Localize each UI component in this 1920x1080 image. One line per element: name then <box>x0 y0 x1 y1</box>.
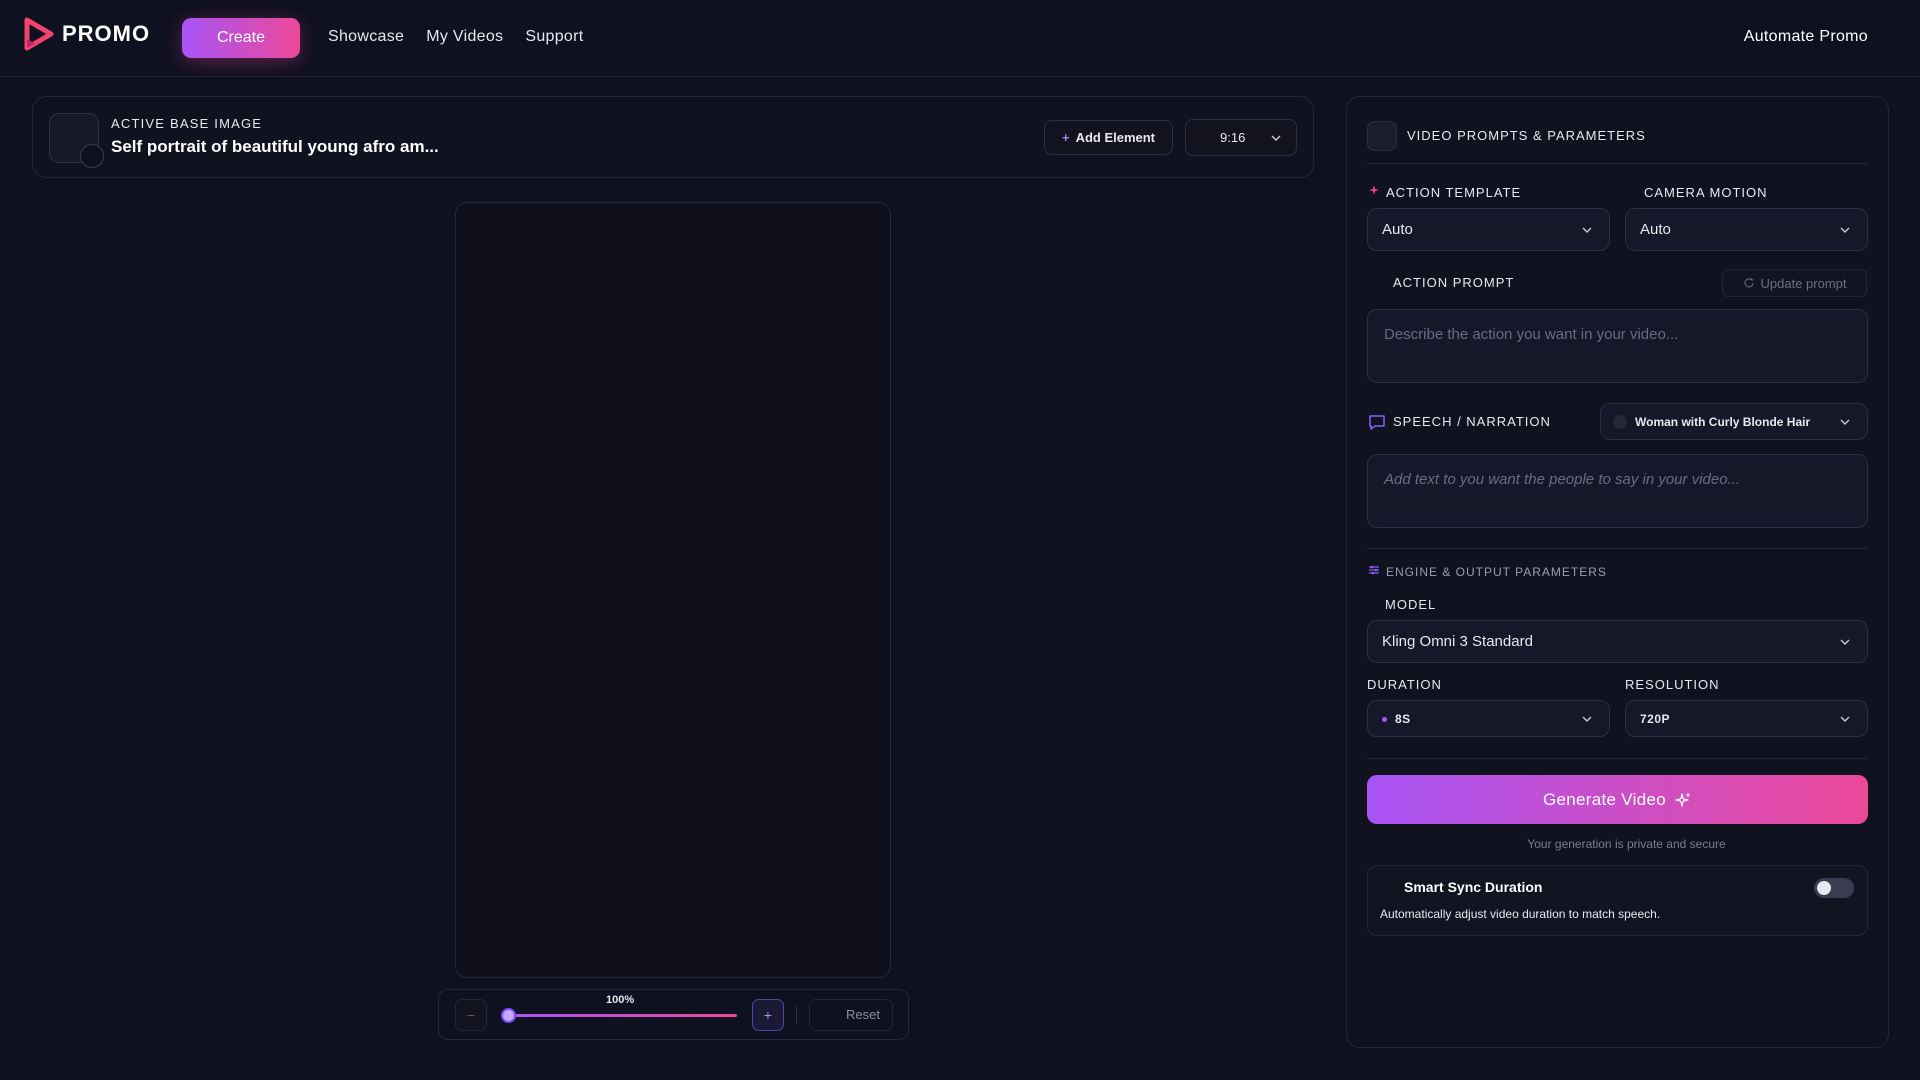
main-nav: Showcase My Videos Support <box>328 28 583 46</box>
zoom-reset-button[interactable]: Reset <box>809 999 893 1031</box>
zoom-out-button[interactable]: − <box>455 999 487 1031</box>
create-button[interactable]: Create <box>182 18 300 58</box>
speech-input[interactable]: Add text to you want the people to say i… <box>1367 454 1868 528</box>
sliders-icon <box>1369 565 1379 575</box>
duration-label: DURATION <box>1367 677 1442 692</box>
aspect-ratio-value: 9:16 <box>1220 130 1246 145</box>
aspect-ratio-select[interactable]: 9:16 <box>1185 119 1297 156</box>
speech-bubble-icon <box>1369 415 1385 430</box>
chevron-down-icon <box>1582 716 1592 722</box>
voice-value: Woman with Curly Blonde Hair <box>1635 415 1811 429</box>
zoom-in-button[interactable]: + <box>752 999 784 1031</box>
privacy-note: Your generation is private and secure <box>1527 837 1726 851</box>
duration-dot <box>1382 717 1387 723</box>
zoom-controls: − 100% + Reset <box>438 989 909 1040</box>
panel-divider <box>1367 548 1868 549</box>
sparkle-icon <box>1369 185 1379 195</box>
zoom-divider <box>796 1006 797 1025</box>
panel-header-icon <box>1367 121 1397 151</box>
action-template-value: Auto <box>1382 221 1413 238</box>
refresh-icon <box>1743 278 1754 288</box>
smart-sync-toggle[interactable] <box>1814 878 1854 898</box>
resolution-select[interactable]: 720P <box>1625 700 1868 737</box>
panel-heading: VIDEO PROMPTS & PARAMETERS <box>1407 128 1646 143</box>
duration-select[interactable]: 8S <box>1367 700 1610 737</box>
smart-sync-card: Smart Sync Duration Automatically adjust… <box>1367 865 1868 936</box>
add-element-button[interactable]: + Add Element <box>1044 120 1173 155</box>
add-element-label: Add Element <box>1075 130 1156 145</box>
duration-value: 8S <box>1395 712 1411 726</box>
toggle-knob <box>1817 881 1831 895</box>
panel-divider <box>1367 163 1868 164</box>
chevron-down-icon <box>1840 227 1850 233</box>
action-prompt-input[interactable]: Describe the action you want in your vid… <box>1367 309 1868 383</box>
chevron-down-icon <box>1271 135 1281 141</box>
chevron-down-icon <box>1582 227 1592 233</box>
top-nav-bar: PROMO Create Showcase My Videos Support … <box>0 0 1920 77</box>
voice-avatar <box>1613 415 1627 429</box>
zoom-percent: 100% <box>606 994 635 1006</box>
resolution-value: 720P <box>1640 712 1671 726</box>
chevron-down-icon <box>1840 716 1850 722</box>
video-canvas[interactable] <box>455 202 891 978</box>
update-prompt-button[interactable]: Update prompt <box>1722 269 1867 297</box>
automate-promo-link[interactable]: Automate Promo <box>1744 28 1868 46</box>
action-prompt-placeholder: Describe the action you want in your vid… <box>1384 326 1679 343</box>
action-template-select[interactable]: Auto <box>1367 208 1610 251</box>
zoom-slider-track[interactable] <box>507 1014 737 1017</box>
video-parameters-panel: VIDEO PROMPTS & PARAMETERS ACTION TEMPLA… <box>1346 96 1889 1048</box>
camera-motion-select[interactable]: Auto <box>1625 208 1868 251</box>
nav-my-videos[interactable]: My Videos <box>426 28 503 46</box>
brand-name: PROMO <box>62 21 151 46</box>
model-select[interactable]: Kling Omni 3 Standard <box>1367 620 1868 663</box>
speech-placeholder: Add text to you want the people to say i… <box>1384 471 1741 488</box>
nav-showcase[interactable]: Showcase <box>328 28 404 46</box>
generate-video-label: Generate Video <box>1543 789 1666 809</box>
model-value: Kling Omni 3 Standard <box>1382 633 1533 650</box>
speech-narration-label: SPEECH / NARRATION <box>1393 414 1551 429</box>
model-label: MODEL <box>1385 597 1437 612</box>
voice-select[interactable]: Woman with Curly Blonde Hair <box>1600 403 1868 440</box>
camera-motion-label: CAMERA MOTION <box>1644 185 1768 200</box>
action-prompt-label: ACTION PROMPT <box>1393 275 1515 290</box>
thumbnail-badge <box>80 144 104 168</box>
base-image-thumbnail[interactable] <box>49 113 104 168</box>
generate-video-button[interactable]: Generate Video <box>1367 775 1868 824</box>
active-base-image-bar: ACTIVE BASE IMAGE Self portrait of beaut… <box>32 96 1314 178</box>
resolution-label: RESOLUTION <box>1625 677 1720 692</box>
engine-parameters-label: ENGINE & OUTPUT PARAMETERS <box>1386 565 1607 579</box>
brand-logo[interactable]: PROMO <box>24 17 150 51</box>
chevron-down-icon <box>1840 419 1850 425</box>
zoom-slider-handle[interactable] <box>501 1008 516 1023</box>
camera-motion-value: Auto <box>1640 221 1671 238</box>
action-template-label: ACTION TEMPLATE <box>1386 185 1522 200</box>
play-logo-icon <box>24 17 54 51</box>
update-prompt-label: Update prompt <box>1760 275 1847 291</box>
plus-icon: + <box>1061 130 1070 145</box>
smart-sync-description: Automatically adjust video duration to m… <box>1380 907 1661 921</box>
sparkles-icon <box>1675 791 1691 807</box>
duration-value-wrap: 8S <box>1382 712 1411 726</box>
base-image-title: Self portrait of beautiful young afro am… <box>111 137 439 156</box>
panel-divider <box>1367 758 1868 759</box>
base-image-label: ACTIVE BASE IMAGE <box>111 116 263 131</box>
smart-sync-title: Smart Sync Duration <box>1404 879 1543 895</box>
chevron-down-icon <box>1840 639 1850 645</box>
nav-support[interactable]: Support <box>525 28 583 46</box>
